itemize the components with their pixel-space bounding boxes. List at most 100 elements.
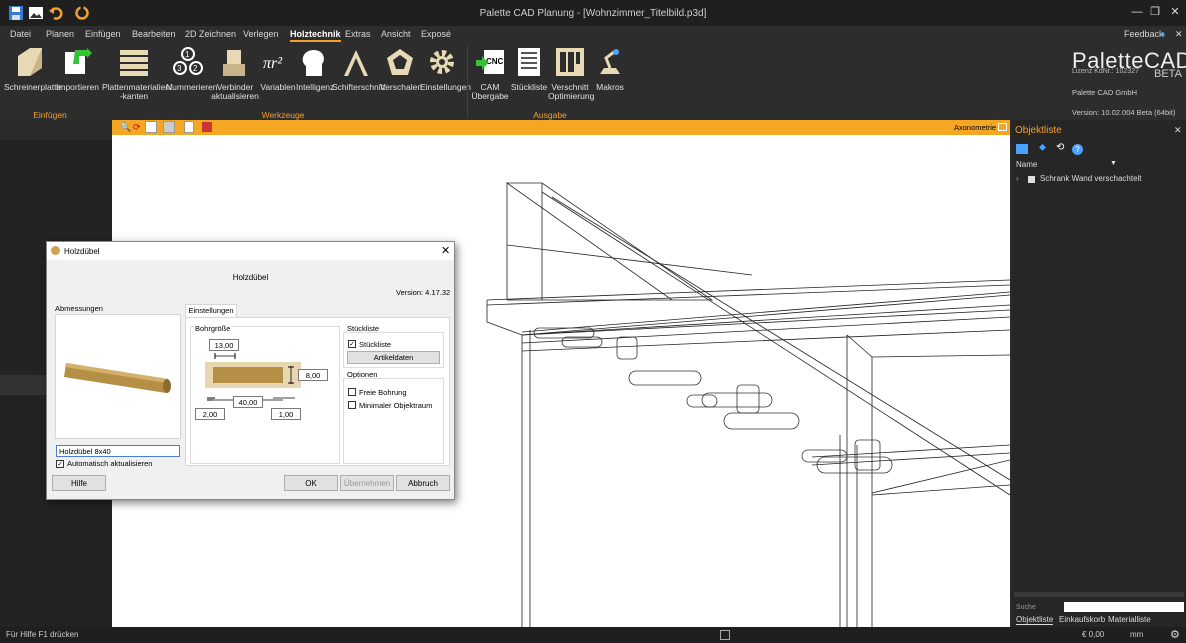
makros-button[interactable]: Makros [592, 46, 628, 92]
tree-item[interactable]: Schrank Wand verschachtelt [1040, 174, 1142, 183]
tab-verlegen[interactable]: Verlegen [243, 29, 279, 39]
connector-icon [223, 50, 245, 76]
schifterschnitt-button[interactable]: Schifterschnitt [332, 46, 385, 92]
tab-objektliste[interactable]: Objektliste [1016, 615, 1054, 625]
plattenmaterialien-button[interactable]: Plattenmaterialien/ -kanten [102, 46, 172, 101]
tab-ansicht[interactable]: Ansicht [381, 29, 411, 39]
ok-button[interactable]: OK [284, 475, 338, 491]
unit-label[interactable]: mm [1130, 630, 1143, 639]
close-ribbon-icon[interactable]: ✕ [1175, 29, 1183, 40]
app-version: Version: 10.02.004 Beta (64bit) [1072, 108, 1176, 117]
abmessungen-label: Abmessungen [55, 304, 103, 313]
status-help-text: Für Hilfe F1 drücken [6, 630, 79, 639]
nummerieren-button[interactable]: 132 Nummerieren [166, 46, 218, 92]
robot-arm-icon [600, 49, 620, 74]
svg-text:CNC: CNC [486, 57, 504, 66]
tab-planen[interactable]: Planen [46, 29, 74, 39]
right-offset-input[interactable]: 1,00 [271, 408, 301, 420]
maximize-button[interactable]: ❐ [1146, 3, 1164, 21]
sort-arrow-icon[interactable]: ▼ [1110, 160, 1117, 167]
diameter-input[interactable]: 13,00 [209, 339, 239, 351]
zoom-icon[interactable]: 🔍 [120, 122, 131, 133]
left-offset-input[interactable]: 2,00 [195, 408, 225, 420]
tab-datei[interactable]: Datei [10, 29, 31, 39]
dialog-titlebar: Holzdübel ✕ [47, 242, 454, 260]
verschnitt-optimierung-button[interactable]: Verschnitt Optimierung [548, 46, 594, 101]
einstellungen-button[interactable]: Einstellungen [420, 46, 471, 92]
dowel-name-field[interactable]: Holzdübel 8x40 [56, 445, 180, 457]
pi-r-squared-icon: πr² [263, 55, 283, 72]
wireframe-icon[interactable] [145, 121, 157, 133]
layout-icon[interactable] [720, 630, 730, 640]
tab-extras[interactable]: Extras [345, 29, 371, 39]
dialog-title: Holzdübel [64, 247, 100, 256]
head-icon [302, 50, 324, 76]
artikeldaten-button[interactable]: Artikeldaten [347, 351, 440, 364]
material-icon[interactable] [202, 122, 212, 132]
title-bar: Palette CAD Planung - [Wohnzimmer_Titelb… [0, 0, 1186, 26]
help-icon[interactable]: ? [1072, 144, 1083, 155]
feedback-link[interactable]: Feedback [1124, 29, 1164, 39]
tab-einfuegen[interactable]: Einfügen [85, 29, 121, 39]
license-number: Lizenz KdNr.: 102327 [1072, 68, 1139, 75]
freie-bohrung-label: Freie Bohrung [359, 388, 407, 397]
preview-box [55, 314, 181, 439]
gear-icon [430, 50, 454, 74]
min-objektraum-checkbox[interactable] [348, 401, 356, 409]
search-label: Suche [1016, 604, 1036, 611]
cam-uebergabe-button[interactable]: CNC CAM Übergabe [470, 46, 510, 101]
dialog-close-icon[interactable]: ✕ [441, 244, 450, 257]
verbinder-aktualisieren-button[interactable]: Verbinder aktualisieren [210, 46, 260, 101]
uebernehmen-button[interactable]: Übernehmen [340, 475, 394, 491]
view-label[interactable]: Axonometrie [954, 123, 996, 132]
hilfe-button[interactable]: Hilfe [52, 475, 106, 491]
dowel-icon [51, 246, 60, 255]
dowel-preview-image [64, 363, 171, 393]
abbruch-button[interactable]: Abbruch [396, 475, 450, 491]
close-window-button[interactable]: ✕ [1166, 3, 1184, 21]
tab-einkaufskorb[interactable]: Einkaufskorb [1059, 615, 1105, 624]
tag-icon[interactable]: ⬥ [1039, 142, 1046, 153]
stueckliste-checkbox[interactable]: ✓ [348, 340, 356, 348]
filter-icon[interactable] [1016, 144, 1028, 154]
tab-einstellungen[interactable]: Einstellungen [185, 304, 237, 317]
scrollbar[interactable] [1014, 592, 1184, 597]
group-einfuegen: Einfügen [33, 110, 67, 120]
freie-bohrung-checkbox[interactable] [348, 388, 356, 396]
sync-icon[interactable]: ⟲ [1056, 142, 1064, 153]
list-icon [518, 48, 540, 76]
svg-text:2: 2 [193, 64, 198, 73]
importieren-button[interactable]: Importieren [56, 46, 99, 92]
tab-bearbeiten[interactable]: Bearbeiten [132, 29, 176, 39]
search-input[interactable] [1064, 602, 1184, 612]
holzduebel-dialog: Holzdübel ✕ Holzdübel Version: 4.17.32 A… [46, 241, 455, 500]
refresh-icon[interactable]: ⟳ [133, 122, 141, 133]
copy-icon[interactable] [184, 121, 194, 133]
column-name[interactable]: Name [1016, 160, 1037, 169]
height-input[interactable]: 8,00 [298, 369, 328, 381]
import-icon [65, 48, 92, 74]
auto-update-checkbox[interactable]: ✓ [56, 460, 64, 468]
expand-chevron-icon[interactable]: › [1016, 174, 1019, 183]
tab-holztechnik[interactable]: Holztechnik [290, 29, 341, 42]
tab-materialliste[interactable]: Materialliste [1108, 615, 1151, 624]
minimize-button[interactable]: — [1128, 3, 1146, 21]
variablen-button[interactable]: πr² Variablen [260, 46, 296, 92]
dialog-version: Version: 4.17.32 [396, 288, 451, 297]
viewport-maximize-icon[interactable] [998, 123, 1007, 131]
stueckliste-button[interactable]: Stückliste [510, 46, 548, 92]
verschalen-button[interactable]: Verschalen [380, 46, 422, 92]
settings-icon[interactable]: ⚙ [1170, 628, 1180, 641]
schreinerplatte-button[interactable]: Schreinerplatte [4, 46, 61, 92]
objektliste-panel: Objektliste ✕ ⬥ ⟲ ? Name ▼ › Schrank Wan… [1012, 120, 1186, 627]
close-panel-icon[interactable]: ✕ [1174, 125, 1182, 136]
svg-text:1: 1 [185, 50, 190, 59]
help-icon[interactable]: ● [1160, 29, 1165, 39]
svg-text:πr²: πr² [263, 55, 283, 72]
length-input[interactable]: 40,00 [233, 396, 263, 408]
tab-2d-zeichnen[interactable]: 2D Zeichnen [185, 29, 236, 39]
intelligenz-button[interactable]: Intelligenz [296, 46, 334, 92]
brand-panel: PaletteCAD Lizenz KdNr.: 102327 BETA Pal… [1010, 42, 1186, 120]
tab-expose[interactable]: Exposé [421, 29, 451, 39]
shaded-icon[interactable] [163, 121, 175, 133]
